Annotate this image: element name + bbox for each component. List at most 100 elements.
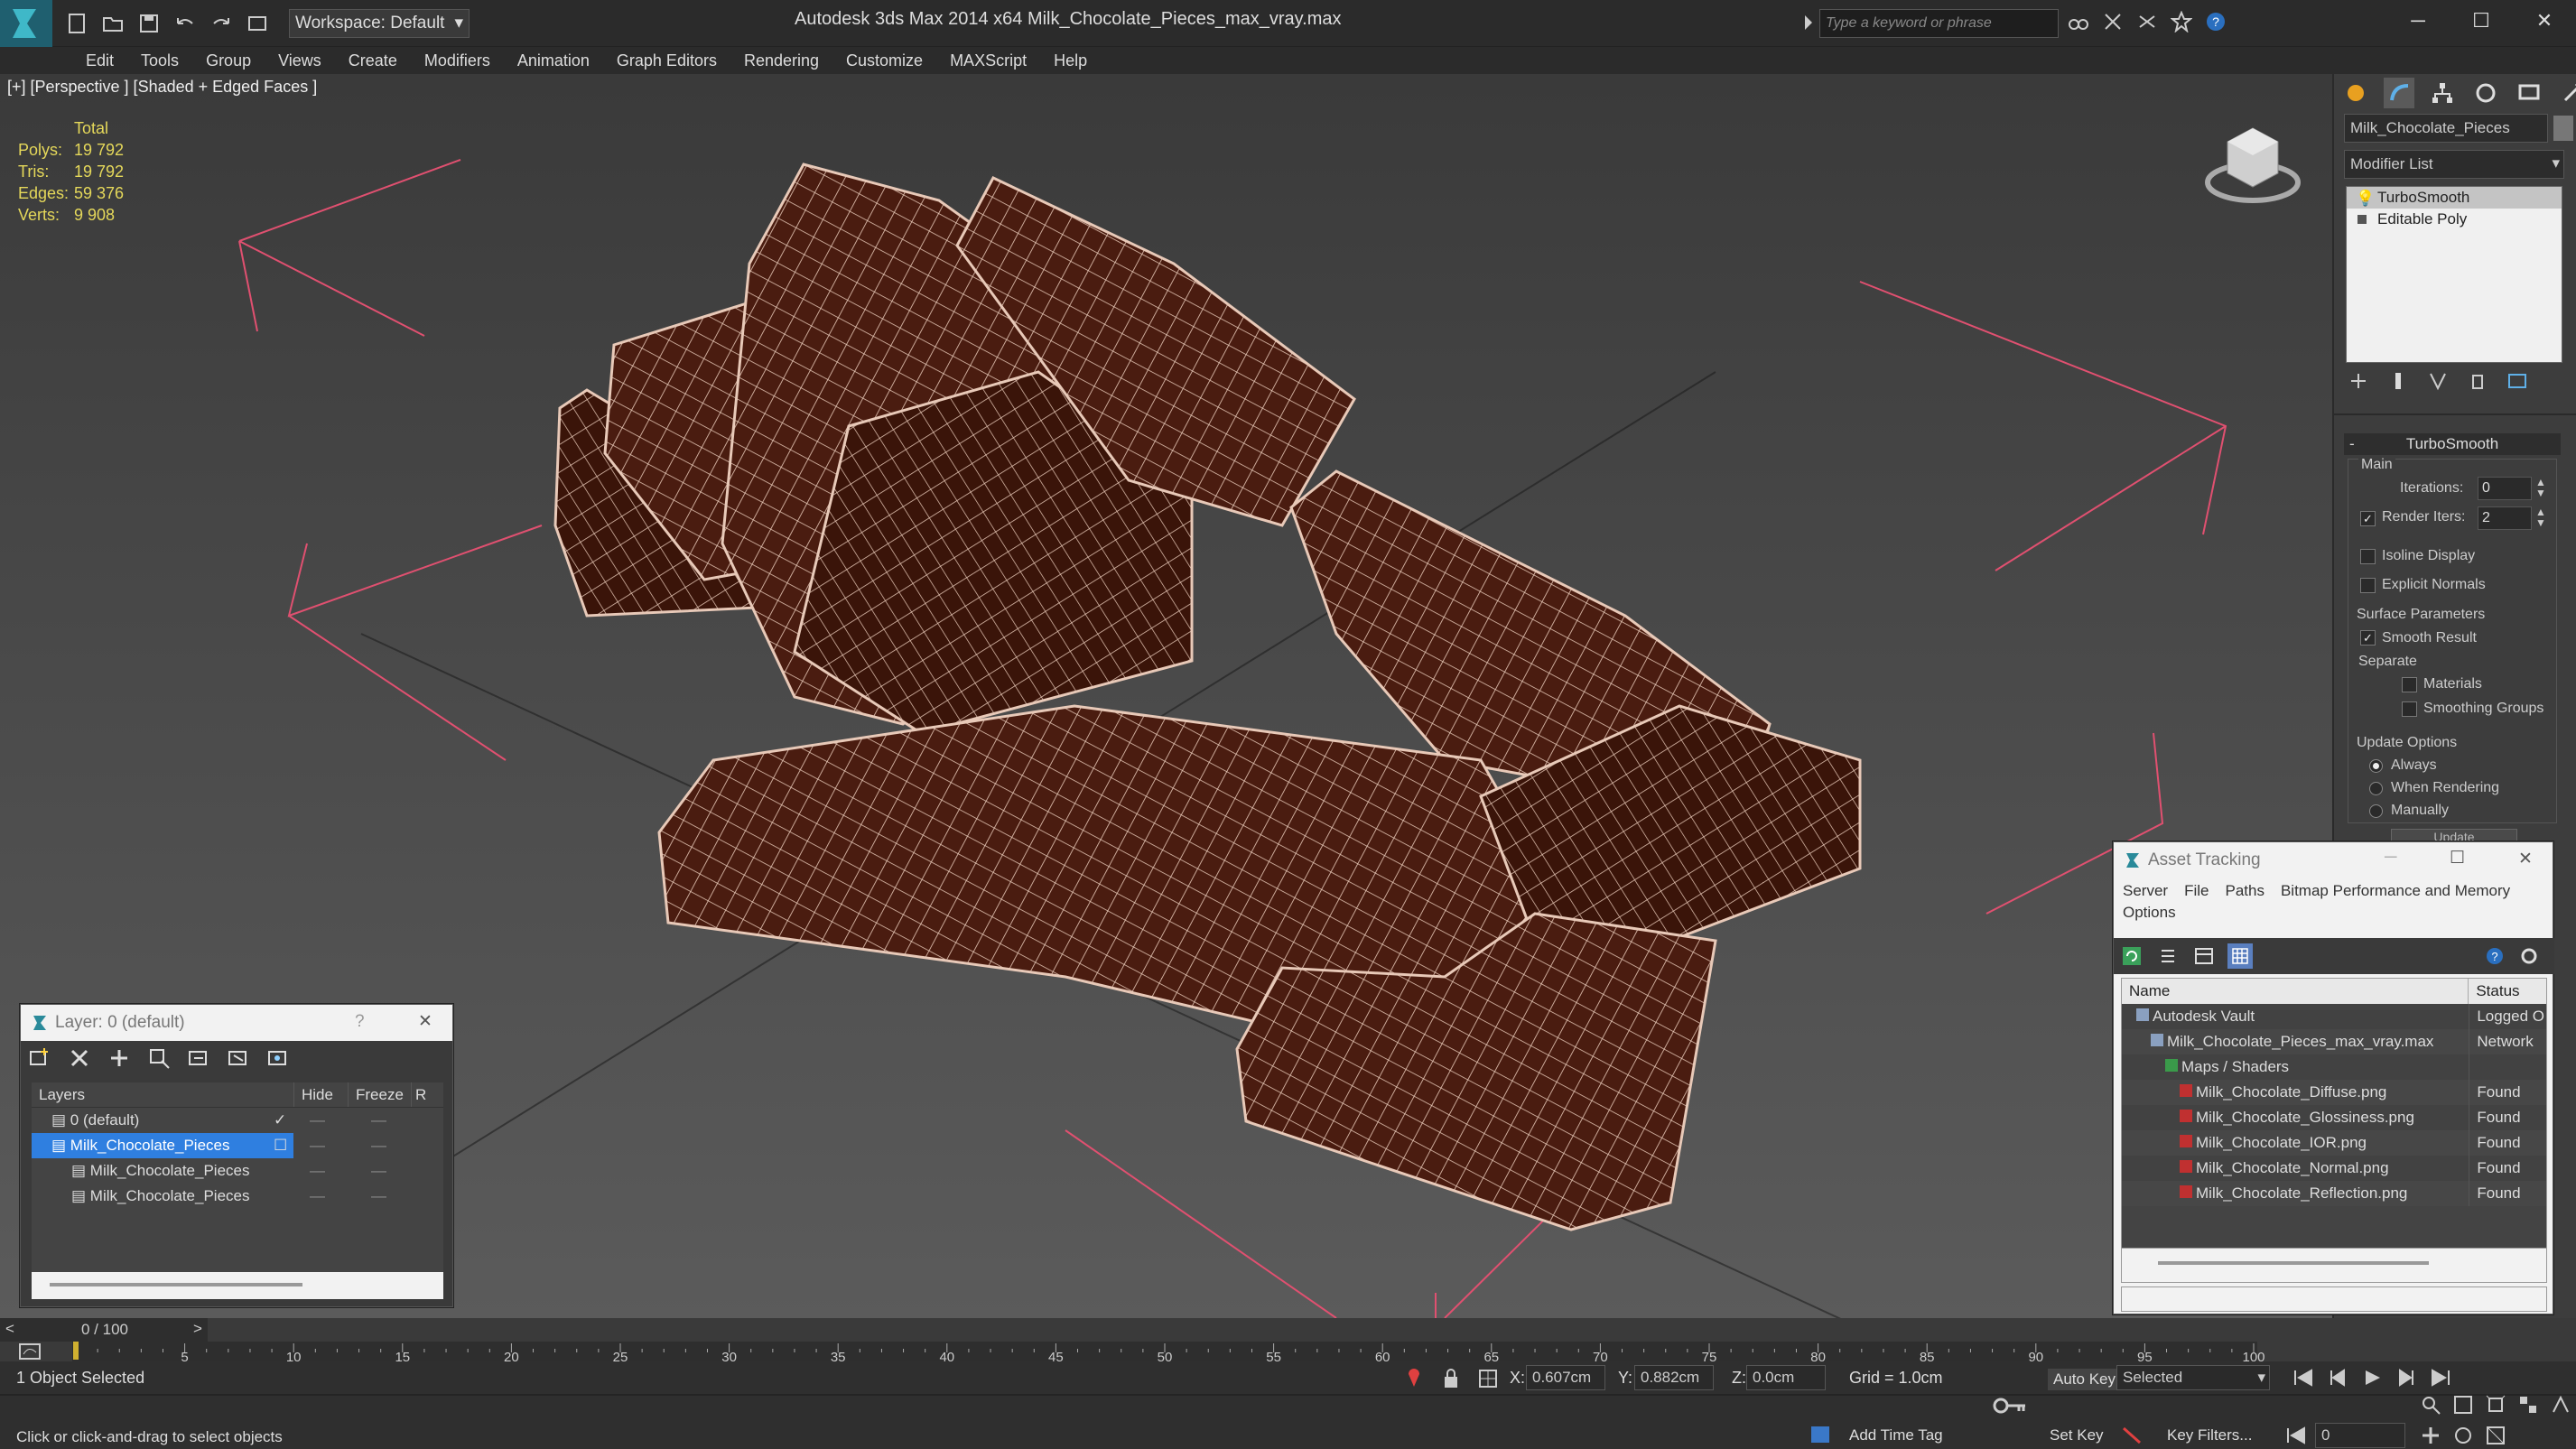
expand-search-icon[interactable] bbox=[1801, 11, 1816, 34]
add-time-tag[interactable]: Add Time Tag bbox=[1849, 1426, 1943, 1444]
layer-window-titlebar[interactable]: Layer: 0 (default) ? ✕ bbox=[21, 1005, 452, 1041]
smoothing-groups-checkbox[interactable] bbox=[2402, 701, 2417, 717]
modify-tab-icon[interactable] bbox=[2384, 78, 2414, 108]
hide-toggle[interactable]: — bbox=[293, 1133, 348, 1158]
zoom-all-icon[interactable] bbox=[2452, 1394, 2476, 1416]
spinner-arrows-icon[interactable]: ▲ ▼ bbox=[2535, 477, 2546, 498]
go-to-end-icon[interactable] bbox=[2429, 1367, 2452, 1389]
asset-menu-paths[interactable]: Paths bbox=[2225, 882, 2264, 900]
make-unique-icon[interactable] bbox=[2427, 370, 2449, 392]
isoline-display-checkbox[interactable] bbox=[2360, 549, 2376, 564]
iterations-spinner[interactable]: 0 bbox=[2478, 477, 2532, 500]
asset-row[interactable]: Maps / Shaders bbox=[2122, 1054, 2546, 1080]
freeze-toggle[interactable]: — bbox=[348, 1108, 411, 1133]
horizontal-scrollbar[interactable] bbox=[50, 1283, 302, 1286]
asset-row[interactable]: Milk_Chocolate_Glossiness.png Found bbox=[2122, 1105, 2546, 1130]
menu-modifiers[interactable]: Modifiers bbox=[411, 47, 504, 74]
expand-icon[interactable] bbox=[2357, 215, 2367, 224]
select-layer-objects-icon[interactable] bbox=[147, 1046, 171, 1070]
communication-icon[interactable] bbox=[2136, 11, 2158, 33]
table-view-icon[interactable] bbox=[2193, 945, 2215, 967]
object-color-swatch[interactable] bbox=[2553, 116, 2573, 141]
time-slider-handle[interactable] bbox=[73, 1342, 79, 1360]
key-mode-icon[interactable] bbox=[1992, 1396, 2028, 1416]
auto-key-button[interactable]: Auto Key bbox=[2048, 1369, 2121, 1390]
minimize-icon[interactable]: ─ bbox=[2385, 848, 2396, 868]
spinner-arrows-icon[interactable]: ▲ ▼ bbox=[2535, 506, 2546, 528]
lightbulb-icon[interactable]: 💡 bbox=[2356, 190, 2375, 208]
maximize-viewport-icon[interactable] bbox=[2485, 1425, 2508, 1446]
asset-menu-bitmap-performance-and-memory[interactable]: Bitmap Performance and Memory bbox=[2281, 882, 2510, 900]
highlight-layer-icon[interactable] bbox=[187, 1046, 210, 1070]
subscription-icon[interactable] bbox=[2102, 11, 2124, 33]
hide-toggle[interactable]: — bbox=[293, 1184, 348, 1209]
asset-path-field[interactable] bbox=[2121, 1286, 2547, 1312]
name-column-header[interactable]: Name bbox=[2122, 979, 2469, 1004]
field-of-view-icon[interactable] bbox=[2550, 1394, 2573, 1416]
transform-mode-icon[interactable] bbox=[1477, 1367, 1499, 1390]
materials-checkbox[interactable] bbox=[2402, 677, 2417, 692]
isolate-selection-icon[interactable] bbox=[1404, 1367, 1424, 1390]
create-layer-icon[interactable] bbox=[28, 1046, 51, 1070]
next-key-icon[interactable] bbox=[2395, 1367, 2418, 1389]
asset-row[interactable]: Milk_Chocolate_IOR.png Found bbox=[2122, 1130, 2546, 1156]
previous-key-icon[interactable] bbox=[2326, 1367, 2349, 1389]
search-input[interactable]: Type a keyword or phrase bbox=[1819, 9, 2059, 38]
menu-rendering[interactable]: Rendering bbox=[730, 47, 832, 74]
active-layer-check-icon[interactable]: ✓ bbox=[274, 1108, 286, 1133]
explicit-normals-checkbox[interactable] bbox=[2360, 578, 2376, 593]
menu-create[interactable]: Create bbox=[335, 47, 411, 74]
when-rendering-radio[interactable] bbox=[2369, 782, 2383, 795]
create-tab-icon[interactable] bbox=[2340, 78, 2371, 108]
time-config-icon[interactable] bbox=[2284, 1425, 2308, 1446]
lock-icon[interactable] bbox=[1441, 1367, 1461, 1390]
layers-column-header[interactable]: Layers bbox=[32, 1082, 293, 1107]
save-icon[interactable] bbox=[135, 10, 163, 37]
help-icon[interactable]: ? bbox=[2484, 945, 2506, 967]
menu-tools[interactable]: Tools bbox=[127, 47, 192, 74]
app-logo[interactable] bbox=[0, 0, 52, 47]
menu-graph-editors[interactable]: Graph Editors bbox=[603, 47, 730, 74]
zoom-icon[interactable] bbox=[2420, 1394, 2443, 1416]
motion-tab-icon[interactable] bbox=[2470, 78, 2501, 108]
asset-row[interactable]: Milk_Chocolate_Normal.png Found bbox=[2122, 1156, 2546, 1181]
utilities-tab-icon[interactable] bbox=[2557, 78, 2576, 108]
freeze-all-layers-icon[interactable] bbox=[266, 1046, 290, 1070]
current-frame-field[interactable]: 0 bbox=[2315, 1423, 2405, 1448]
menu-group[interactable]: Group bbox=[192, 47, 265, 74]
stack-item-turbosmooth[interactable]: 💡 TurboSmooth bbox=[2347, 187, 2562, 209]
asset-row[interactable]: Autodesk Vault Logged O bbox=[2122, 1004, 2546, 1029]
play-icon[interactable] bbox=[2360, 1367, 2384, 1389]
pan-icon[interactable] bbox=[2420, 1425, 2443, 1446]
layer-row[interactable]: ▤ Milk_Chocolate_Pieces — — bbox=[32, 1158, 443, 1184]
pin-stack-icon[interactable] bbox=[2348, 370, 2369, 392]
menu-views[interactable]: Views bbox=[265, 47, 335, 74]
help-button[interactable]: ? bbox=[355, 1012, 365, 1032]
timeline-ruler[interactable]: 5 10 15 20 25 30 35 40 45 50 55 60 65 70 75 80 85 90 95 100 bbox=[0, 1318, 2275, 1361]
menu-maxscript[interactable]: MAXScript bbox=[936, 47, 1040, 74]
configure-sets-icon[interactable] bbox=[2506, 370, 2528, 392]
show-end-result-icon[interactable] bbox=[2387, 370, 2409, 392]
hierarchy-tab-icon[interactable] bbox=[2427, 78, 2458, 108]
smooth-result-checkbox[interactable]: ✓ bbox=[2360, 630, 2376, 646]
modifier-list-dropdown[interactable]: Modifier List ▾ bbox=[2344, 150, 2564, 179]
time-tag-icon[interactable] bbox=[1809, 1425, 1831, 1444]
x-coordinate-field[interactable]: 0.607cm bbox=[1526, 1365, 1605, 1390]
grid-view-icon[interactable] bbox=[2227, 943, 2253, 969]
set-key-button[interactable]: Set Key bbox=[2050, 1426, 2104, 1444]
workspace-dropdown[interactable]: Workspace: Default ▾ bbox=[289, 9, 470, 38]
asset-menu-options[interactable]: Options bbox=[2123, 904, 2176, 922]
turbosmooth-rollout-header[interactable]: - TurboSmooth bbox=[2344, 433, 2561, 455]
undo-icon[interactable] bbox=[172, 10, 199, 37]
key-set-dropdown[interactable]: Selected ▾ bbox=[2116, 1365, 2270, 1390]
maximize-icon[interactable]: ☐ bbox=[2450, 848, 2465, 868]
refresh-icon[interactable] bbox=[2121, 945, 2143, 967]
list-view-icon[interactable] bbox=[2157, 945, 2179, 967]
menu-help[interactable]: Help bbox=[1040, 47, 1101, 74]
go-to-start-icon[interactable] bbox=[2292, 1367, 2315, 1389]
layer-row[interactable]: ▤ Milk_Chocolate_Pieces — — bbox=[32, 1184, 443, 1209]
layer-row[interactable]: ▤ 0 (default) ✓ — — bbox=[32, 1108, 443, 1133]
asset-row[interactable]: Milk_Chocolate_Pieces_max_vray.max Networ… bbox=[2122, 1029, 2546, 1054]
hide-column-header[interactable]: Hide bbox=[293, 1082, 348, 1107]
always-radio[interactable] bbox=[2369, 759, 2383, 773]
